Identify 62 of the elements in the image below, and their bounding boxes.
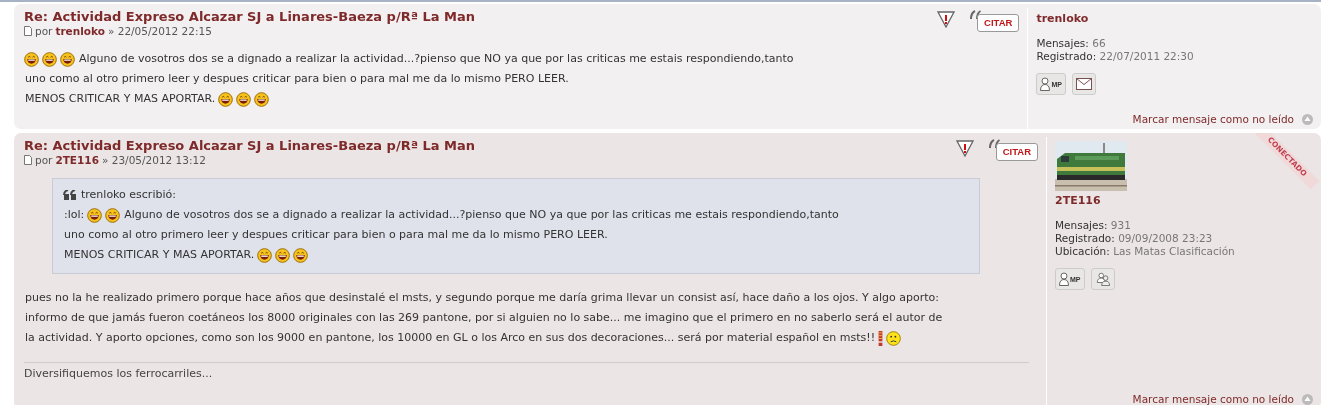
- username[interactable]: 2TE116: [1055, 194, 1321, 207]
- warning-icon[interactable]: [937, 10, 956, 28]
- email-button[interactable]: [1071, 73, 1096, 95]
- people-icon: [1094, 272, 1111, 286]
- document-icon: [24, 26, 32, 36]
- post-text: pues no la he realizado primero porque hace años que desinstalé el msts, y segundo porque me daría grima llevar un consist así, hace daño a los ojos. Y algo aporto:: [25, 290, 939, 306]
- post-text: Alguno de vosotros dos se a dignado a realizar la actividad...?pienso que NO ya que por las criticas me estais respondiendo,tanto: [79, 51, 794, 67]
- laughing-smiley-icon: [42, 51, 57, 67]
- person-icon: [1040, 77, 1051, 91]
- quote-icon: [63, 190, 77, 200]
- post-date: » 23/05/2012 13:12: [101, 154, 206, 166]
- post-text: la actividad. Y aporto opciones, como son los 9000 en pantone, los 10000 en GL o los Arco en sus dos decoraciones... será por material español en msts!!: [25, 330, 876, 346]
- exclamation-icon: [878, 330, 884, 346]
- post-text: Alguno de vosotros dos se a dignado a realizar la actividad...?pienso que NO ya que por las criticas me estais respondiendo,tanto: [124, 207, 839, 223]
- stat-label: Registrado:: [1036, 50, 1097, 62]
- stat-label: Mensajes:: [1036, 37, 1089, 49]
- laughing-smiley-icon: [24, 51, 39, 67]
- stat-value: 66: [1092, 37, 1106, 49]
- quote-button[interactable]: CITAR: [977, 14, 1020, 32]
- quote-button[interactable]: CITAR: [995, 143, 1038, 161]
- document-icon: [24, 155, 32, 165]
- stat-value: 09/09/2008 23:23: [1118, 232, 1213, 244]
- post-text: MENOS CRITICAR Y MAS APORTAR.: [25, 91, 216, 107]
- post-text: MENOS CRITICAR Y MAS APORTAR.: [64, 247, 255, 263]
- post-by-label: por: [35, 154, 53, 166]
- author-link[interactable]: trenloko: [55, 25, 105, 37]
- post-text: uno como al otro primero leer y despues criticar para bien o para mal me da lo mismo PERO LEER.: [64, 227, 608, 243]
- post-title[interactable]: Re: Actividad Expreso Alcazar SJ a Linares-Baeza p/Rª La Man: [24, 138, 476, 153]
- laughing-smiley-icon: [218, 91, 234, 107]
- post-text: uno como al otro primero leer y despues criticar para bien o para mal me da lo mismo PERO LEER.: [25, 71, 569, 87]
- mark-unread-link[interactable]: Marcar mensaje como no leído: [1132, 113, 1294, 125]
- laughing-smiley-icon: [254, 91, 270, 107]
- post-date: » 22/05/2012 22:15: [107, 25, 212, 37]
- laughing-smiley-icon: [60, 51, 75, 67]
- post-by-label: por: [35, 25, 53, 37]
- stat-label: Mensajes:: [1055, 219, 1108, 231]
- envelope-icon: [1075, 77, 1092, 91]
- stat-value: Las Matas Clasificación: [1113, 245, 1235, 257]
- laughing-smiley-icon: [275, 247, 291, 263]
- friends-button[interactable]: [1090, 268, 1115, 290]
- post-text: :lol:: [64, 207, 85, 223]
- mark-unread-link[interactable]: Marcar mensaje como no leído: [1132, 393, 1294, 405]
- stat-label: Ubicación:: [1055, 245, 1110, 257]
- person-icon: [1059, 272, 1069, 286]
- signature: Diversifiquemos los ferrocarriles...: [24, 362, 1029, 380]
- post-text: informo de que jamás fueron coetáneos los 8000 originales con las 269 pantone, por si alguien no lo sabe... me imagino que el primero en no saberlo será el autor de: [25, 310, 943, 326]
- laughing-smiley-icon: [105, 207, 121, 223]
- stat-value: 22/07/2011 22:30: [1099, 50, 1194, 62]
- quote-mark-icon: [969, 10, 982, 20]
- quote-header: trenloko escribió:: [81, 187, 176, 203]
- warning-icon[interactable]: [955, 139, 974, 157]
- laughing-smiley-icon: [257, 247, 273, 263]
- laughing-smiley-icon: [236, 91, 252, 107]
- laughing-smiley-icon: [87, 207, 103, 223]
- quote-mark-icon: [987, 139, 1000, 149]
- author-link[interactable]: 2TE116: [55, 154, 99, 166]
- stat-value: 931: [1110, 219, 1131, 231]
- username[interactable]: trenloko: [1036, 12, 1321, 25]
- post-title[interactable]: Re: Actividad Expreso Alcazar SJ a Linares-Baeza p/Rª La Man: [24, 9, 476, 24]
- confused-smiley-icon: [886, 330, 902, 346]
- laughing-smiley-icon: [293, 247, 309, 263]
- stat-label: Registrado:: [1055, 232, 1115, 244]
